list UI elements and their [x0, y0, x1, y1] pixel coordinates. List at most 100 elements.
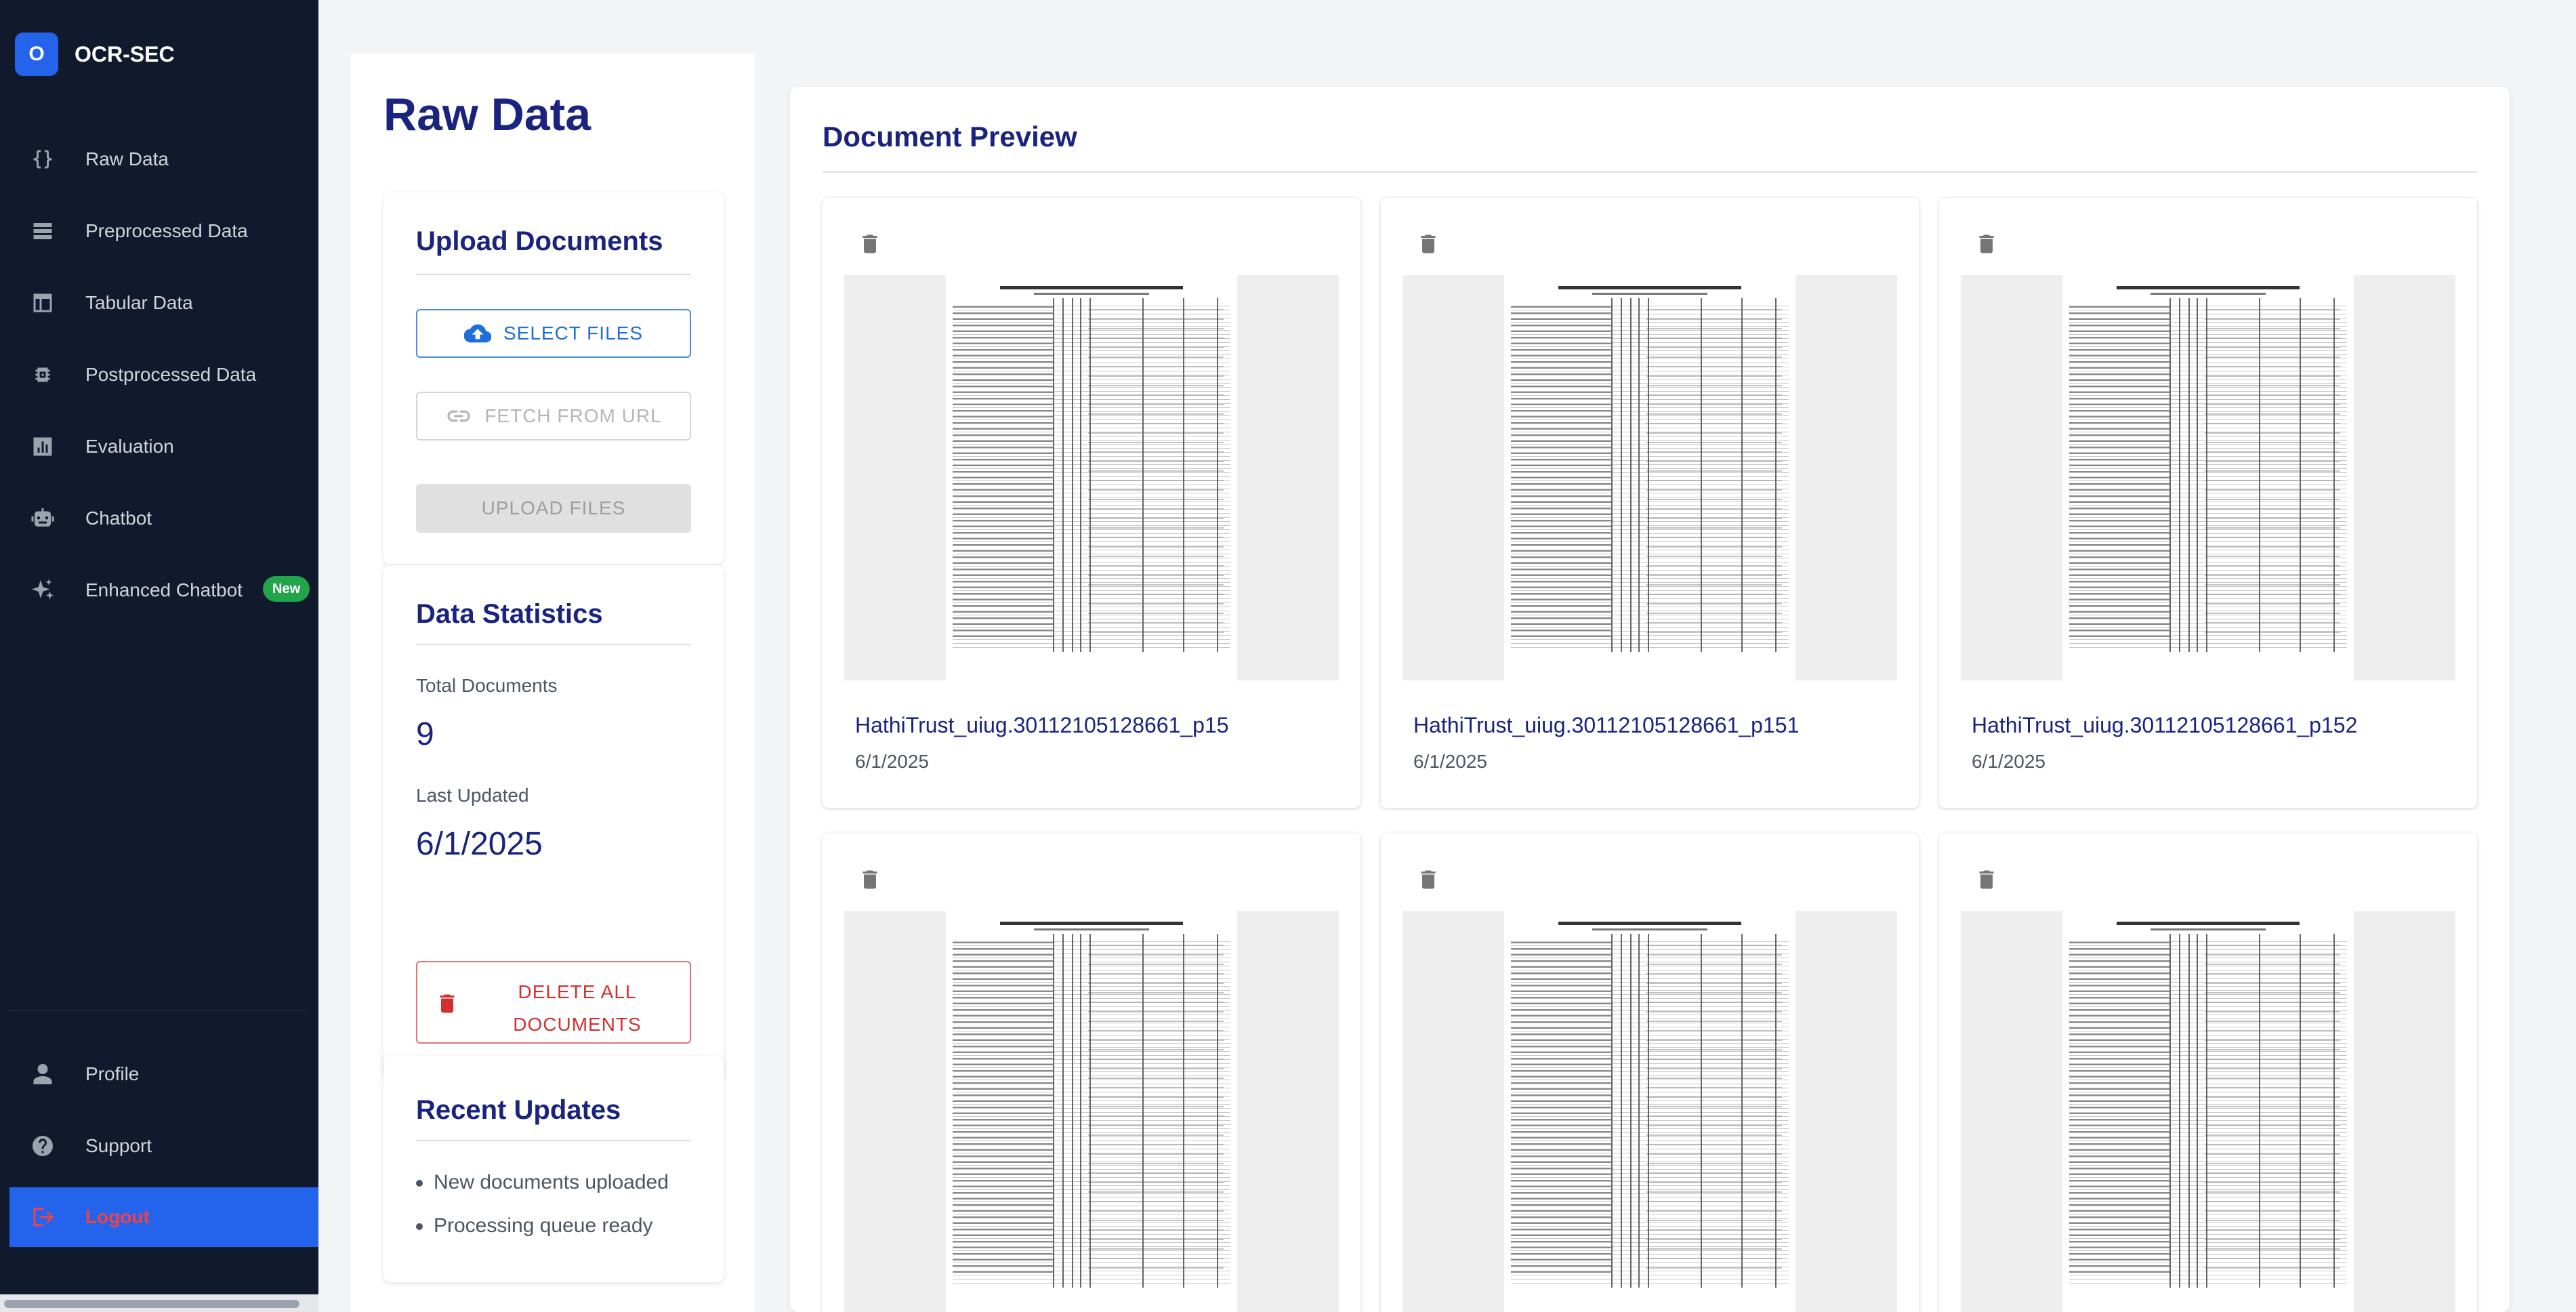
page-rule: [2206, 934, 2207, 1288]
trash-icon: [435, 991, 459, 1017]
document-thumbnail[interactable]: [1961, 911, 2455, 1312]
page-heading: [2117, 286, 2300, 289]
table-icon: [30, 290, 56, 316]
document-thumbnail[interactable]: [1961, 275, 2455, 680]
page-rule: [1080, 934, 1081, 1288]
list-icon: [30, 218, 56, 244]
page-rule: [1775, 934, 1777, 1288]
page-rule: [2259, 298, 2260, 652]
scanned-page-image: [1504, 911, 1795, 1312]
document-card[interactable]: [1381, 834, 1919, 1312]
page-heading: [2117, 922, 2300, 925]
page-rule: [2169, 298, 2171, 652]
fetch-from-url-button[interactable]: FETCH FROM URL: [416, 392, 691, 440]
link-icon: [447, 410, 470, 422]
scanned-page-image: [946, 911, 1237, 1312]
sidebar-item-enhanced-chatbot[interactable]: Enhanced Chatbot New: [9, 554, 318, 626]
sidebar-item-logout[interactable]: Logout: [9, 1187, 318, 1247]
page-subheading: [1592, 928, 1707, 930]
delete-document-icon[interactable]: [1416, 230, 1440, 258]
page-subheading: [1034, 928, 1149, 930]
page-rule: [1217, 934, 1218, 1288]
sidebar-item-support[interactable]: Support: [9, 1110, 318, 1182]
sidebar-item-tabular-data[interactable]: Tabular Data: [9, 267, 318, 339]
document-name[interactable]: HathiTrust_uiug.30112105128661_p152: [1972, 713, 2357, 738]
sidebar-item-label: Support: [85, 1135, 152, 1156]
document-name[interactable]: HathiTrust_uiug.30112105128661_p15: [855, 713, 1229, 738]
sidebar-scrollbar[interactable]: [0, 1294, 318, 1312]
page-rule: [1183, 298, 1184, 652]
page-number-block: [1088, 945, 1224, 1269]
page-text-block: [953, 306, 1054, 640]
total-documents-label: Total Documents: [416, 675, 558, 696]
page-rule: [1142, 298, 1144, 652]
page-rule: [2333, 298, 2335, 652]
page-rule: [1638, 934, 1640, 1288]
page-rule: [1741, 298, 1743, 652]
page-subheading: [2151, 928, 2266, 930]
upload-files-button[interactable]: UPLOAD FILES: [416, 484, 691, 533]
page-rule: [1053, 934, 1054, 1288]
document-card[interactable]: HathiTrust_uiug.30112105128661_p152 6/1/2…: [1939, 198, 2477, 808]
page-rule: [2300, 298, 2301, 652]
sidebar-item-label: Logout: [85, 1206, 150, 1227]
delete-all-label: DELETE ALL DOCUMENTS: [513, 981, 642, 1035]
page-rule: [1611, 934, 1613, 1288]
page-rule: [1648, 934, 1649, 1288]
divider: [416, 644, 691, 645]
document-thumbnail[interactable]: [1403, 911, 1897, 1312]
sidebar-item-preprocessed-data[interactable]: Preprocessed Data: [9, 195, 318, 267]
page-number-block: [2205, 309, 2340, 633]
brand-logo: O: [15, 33, 58, 76]
sidebar-item-postprocessed-data[interactable]: Postprocessed Data: [9, 339, 318, 411]
logout-icon: [30, 1204, 56, 1230]
page-number-block: [1088, 309, 1224, 633]
divider: [416, 1140, 691, 1141]
sidebar-item-label: Enhanced Chatbot: [85, 579, 243, 600]
delete-document-icon[interactable]: [858, 230, 882, 258]
sidebar-item-evaluation[interactable]: Evaluation: [9, 411, 318, 483]
document-thumbnail[interactable]: [844, 275, 1339, 680]
page-heading: [1558, 922, 1741, 925]
sidebar-item-chatbot[interactable]: Chatbot: [9, 483, 318, 554]
page-rule: [1089, 298, 1091, 652]
total-documents-value: 9: [416, 716, 434, 752]
last-updated-label: Last Updated: [416, 785, 529, 806]
page-rule: [1062, 298, 1064, 652]
brand[interactable]: O OCR-SEC: [15, 33, 175, 76]
select-files-button[interactable]: SELECT FILES: [416, 309, 691, 358]
delete-document-icon[interactable]: [1974, 230, 1999, 258]
person-icon: [30, 1061, 56, 1087]
sparkle-icon: [30, 577, 56, 603]
page-text-block: [2069, 942, 2171, 1275]
scrollbar-thumb[interactable]: [4, 1300, 299, 1308]
sidebar-item-label: Chatbot: [85, 508, 152, 529]
page-rule: [1072, 298, 1073, 652]
sidebar-item-label: Preprocessed Data: [85, 220, 248, 241]
delete-document-icon[interactable]: [1416, 866, 1440, 893]
document-date: 6/1/2025: [855, 751, 929, 772]
code-braces-icon: [30, 146, 56, 172]
page-subheading: [2151, 293, 2266, 295]
page-rule: [1701, 934, 1702, 1288]
document-name[interactable]: HathiTrust_uiug.30112105128661_p151: [1413, 713, 1799, 738]
sidebar-item-profile[interactable]: Profile: [9, 1038, 318, 1110]
scanned-page-image: [2062, 275, 2354, 680]
delete-all-documents-button[interactable]: DELETE ALL DOCUMENTS: [416, 961, 691, 1044]
chart-icon: [30, 434, 56, 459]
document-thumbnail[interactable]: [844, 911, 1339, 1312]
page-number-block: [1646, 945, 1782, 1269]
divider: [823, 171, 2477, 173]
document-card[interactable]: HathiTrust_uiug.30112105128661_p15 6/1/20…: [823, 198, 1360, 808]
delete-document-icon[interactable]: [858, 866, 882, 893]
document-preview-panel: Document Preview HathiTrust_uiug.3011210…: [790, 87, 2510, 1312]
page-rule: [1621, 298, 1622, 652]
delete-document-icon[interactable]: [1974, 866, 1999, 893]
document-card[interactable]: HathiTrust_uiug.30112105128661_p151 6/1/2…: [1381, 198, 1919, 808]
document-card[interactable]: [1939, 834, 2477, 1312]
document-thumbnail[interactable]: [1403, 275, 1897, 680]
page-text-block: [1511, 306, 1613, 640]
sidebar-item-raw-data[interactable]: Raw Data: [9, 123, 318, 195]
document-card[interactable]: [823, 834, 1360, 1312]
page-heading: [1000, 922, 1183, 925]
